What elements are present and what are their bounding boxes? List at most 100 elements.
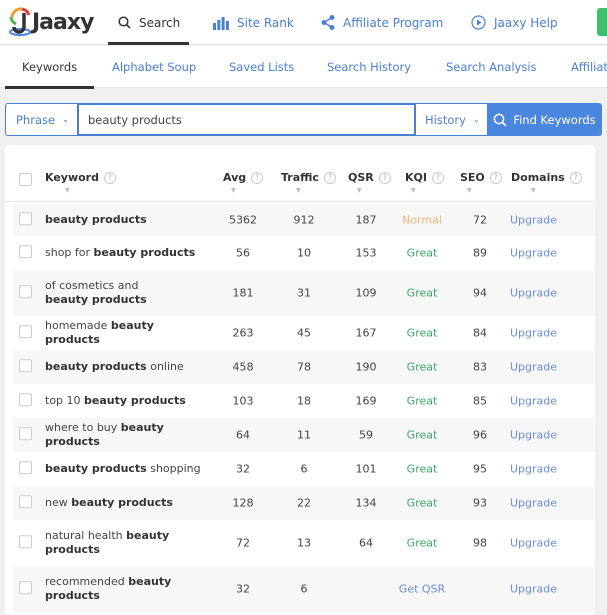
avg-cell: 72 <box>236 536 250 550</box>
row-checkbox[interactable] <box>19 581 32 595</box>
kqi-cell: Normal <box>402 213 442 227</box>
find-keywords-button[interactable]: Find Keywords <box>487 103 602 136</box>
keyword-cell[interactable]: natural health beauty products <box>45 529 175 557</box>
keyword-cell[interactable]: shop for beauty products <box>45 246 205 260</box>
kqi-cell: Great <box>406 286 438 300</box>
keyword-cell[interactable]: beauty products <box>45 213 205 227</box>
table-row: new beauty products 128 22 134 Great 93 Upgrad… <box>13 486 595 520</box>
topnav-jaaxy-help[interactable]: Jaaxy Help <box>471 0 558 45</box>
table-row: shop for beauty products 56 10 153 Great 89 Up… <box>13 236 595 270</box>
tab-search-history[interactable]: Search History <box>327 46 411 88</box>
sort-caret-icon: ▼ <box>65 187 70 194</box>
column-domains[interactable]: Domains? ▼ <box>511 171 582 194</box>
row-checkbox[interactable] <box>19 461 32 475</box>
logo-text: Jaaxy <box>32 9 94 35</box>
column-keyword[interactable]: Keyword? ▼ <box>45 171 116 194</box>
domains-link[interactable]: Upgrade <box>510 463 557 476</box>
traffic-cell: 912 <box>293 213 315 227</box>
help-icon[interactable]: ? <box>431 171 444 184</box>
search-mode-value: Phrase <box>16 112 56 127</box>
help-icon[interactable]: ? <box>378 171 391 184</box>
domains-link[interactable]: Upgrade <box>510 287 557 300</box>
help-icon[interactable]: ? <box>251 171 264 184</box>
row-checkbox[interactable] <box>19 325 32 339</box>
kqi-cell: Great <box>406 462 438 476</box>
seo-cell: 84 <box>473 326 487 340</box>
traffic-cell: 22 <box>297 496 311 510</box>
tab-affiliate-programs[interactable]: Affiliate Programs <box>571 46 607 88</box>
domains-link[interactable]: Upgrade <box>510 429 557 442</box>
row-checkbox[interactable] <box>19 393 32 407</box>
keyword-prefix: natural health <box>45 529 127 542</box>
row-checkbox[interactable] <box>19 427 32 441</box>
traffic-cell: 13 <box>297 536 311 550</box>
topnav-search[interactable]: Search <box>108 0 189 45</box>
help-icon[interactable]: ? <box>489 171 502 184</box>
avg-cell: 181 <box>232 286 254 300</box>
upgrade-button[interactable] <box>597 8 607 36</box>
keyword-match: beauty products <box>93 246 196 259</box>
help-icon[interactable]: ? <box>569 171 582 184</box>
help-icon[interactable]: ? <box>323 171 336 184</box>
column-qsr-label: QSR <box>348 171 374 184</box>
row-checkbox[interactable] <box>19 359 32 373</box>
row-checkbox[interactable] <box>19 285 32 299</box>
row-checkbox[interactable] <box>19 212 32 226</box>
domains-link[interactable]: Upgrade <box>510 327 557 340</box>
keyword-cell[interactable]: top 10 beauty products <box>45 394 205 408</box>
topnav-site-rank[interactable]: Site Rank <box>213 0 294 45</box>
row-checkbox[interactable] <box>19 245 32 259</box>
kqi-cell: Great <box>406 326 438 340</box>
keyword-cell[interactable]: where to buy beauty products <box>45 421 205 449</box>
column-domains-label: Domains <box>511 171 565 184</box>
keyword-cell[interactable]: recommended beauty products <box>45 575 175 603</box>
domains-link[interactable]: Upgrade <box>510 361 557 374</box>
keyword-input[interactable] <box>78 103 415 136</box>
keyword-cell[interactable]: homemade beauty products <box>45 319 205 347</box>
avg-cell: 32 <box>236 582 250 596</box>
qsr-cell: 59 <box>359 428 373 442</box>
domains-link[interactable]: Upgrade <box>510 537 557 550</box>
domains-link[interactable]: Upgrade <box>510 214 557 227</box>
sort-caret-icon: ▼ <box>531 187 536 194</box>
sub-navbar: Keywords Alphabet Soup Saved Lists Searc… <box>0 46 607 89</box>
keyword-cell[interactable]: beauty products shopping <box>45 462 205 476</box>
kqi-cell[interactable]: Get QSR <box>397 583 447 596</box>
sort-caret-icon: ▼ <box>296 187 301 194</box>
jaaxy-logo[interactable]: Jaaxy <box>8 6 94 38</box>
select-all-checkbox[interactable] <box>19 173 32 186</box>
search-mode-select[interactable]: Phrase ⌄ <box>5 103 78 136</box>
sort-caret-icon: ▼ <box>231 187 236 194</box>
tab-keywords[interactable]: Keywords <box>4 46 95 89</box>
column-qsr[interactable]: QSR? ▼ <box>348 171 391 194</box>
domains-link[interactable]: Upgrade <box>510 395 557 408</box>
seo-cell: 93 <box>473 496 487 510</box>
row-checkbox[interactable] <box>19 495 32 509</box>
domains-link[interactable]: Upgrade <box>510 247 557 260</box>
topnav-affiliate-program[interactable]: Affiliate Program <box>321 0 443 45</box>
keyword-cell[interactable]: beauty products online <box>45 360 205 374</box>
keyword-cell[interactable]: new beauty products <box>45 496 205 510</box>
tab-alphabet-soup[interactable]: Alphabet Soup <box>112 46 196 88</box>
history-select[interactable]: History ⌄ <box>415 103 487 136</box>
row-checkbox[interactable] <box>19 535 32 549</box>
domains-link[interactable]: Upgrade <box>510 583 557 596</box>
help-icon[interactable]: ? <box>103 171 116 184</box>
tab-search-analysis[interactable]: Search Analysis <box>446 46 537 88</box>
column-kqi[interactable]: KQI? ▼ <box>405 171 444 194</box>
domains-link[interactable]: Upgrade <box>510 497 557 510</box>
qsr-cell: 190 <box>355 360 377 374</box>
seo-cell: 95 <box>473 462 487 476</box>
sort-caret-icon: ▼ <box>357 187 362 194</box>
traffic-cell: 6 <box>300 462 308 476</box>
qsr-cell: 169 <box>355 394 377 408</box>
keyword-prefix: of cosmetics and <box>45 279 139 292</box>
results-table: Keyword? ▼ Avg? ▼ Traffic? ▼ QSR? ▼ KQI?… <box>5 145 595 615</box>
column-avg[interactable]: Avg? ▼ <box>223 171 264 194</box>
traffic-cell: 45 <box>297 326 311 340</box>
keyword-cell[interactable]: of cosmetics and beauty products <box>45 279 175 307</box>
column-seo[interactable]: SEO? ▼ <box>460 171 502 194</box>
tab-saved-lists[interactable]: Saved Lists <box>229 46 294 88</box>
column-avg-label: Avg <box>223 171 247 184</box>
column-traffic[interactable]: Traffic? ▼ <box>281 171 336 194</box>
